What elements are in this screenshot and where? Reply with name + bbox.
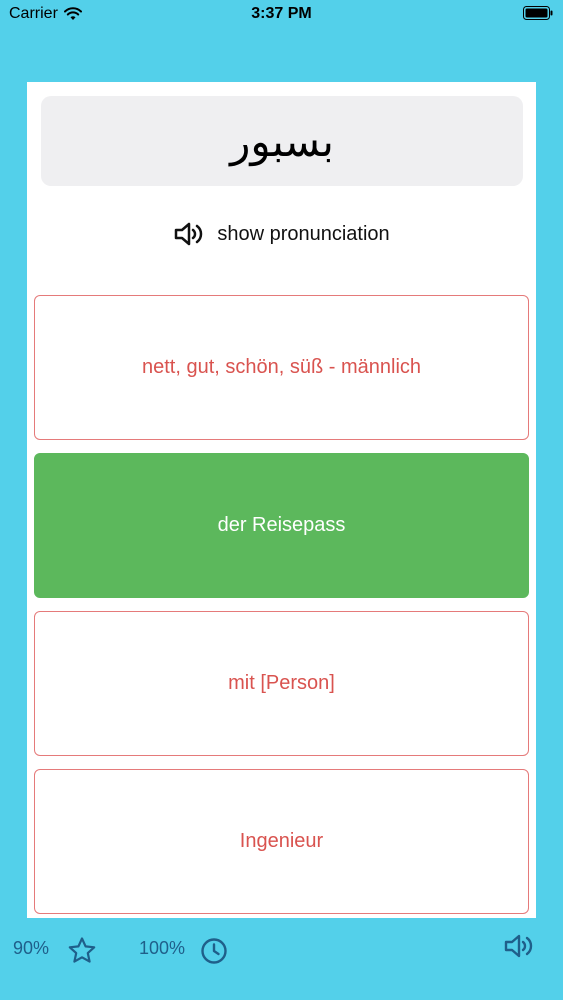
answer-option-1[interactable]: nett, gut, schön, süß - männlich — [34, 295, 529, 440]
star-icon[interactable] — [67, 936, 97, 966]
progress-value: 100% — [139, 938, 186, 958]
answer-option-4[interactable]: Ingenieur — [34, 769, 529, 914]
arabic-word: بسبور — [230, 116, 334, 166]
answer-option-label: Ingenieur — [239, 830, 324, 852]
word-box: بسبور — [41, 96, 523, 186]
answer-options: nett, gut, schön, süß - männlich der Rei… — [34, 295, 529, 927]
progress-stat: 100% — [139, 938, 185, 959]
clock-icon[interactable] — [200, 937, 228, 965]
show-pronunciation-button[interactable]: show pronunciation — [27, 222, 536, 246]
battery-icon — [523, 6, 553, 20]
answer-option-3[interactable]: mit [Person] — [34, 611, 529, 756]
flashcard: بسبور show pronunciation nett, gut, schö… — [27, 82, 536, 918]
speaker-toggle-icon[interactable] — [503, 932, 537, 960]
bottom-bar: 90% 100% — [0, 928, 563, 978]
speaker-icon — [175, 222, 203, 246]
status-time: 3:37 PM — [251, 5, 312, 22]
status-bar: Carrier 3:37 PM — [0, 0, 563, 30]
answer-option-label: mit [Person] — [228, 672, 335, 694]
accuracy-value: 90% — [13, 938, 50, 958]
answer-option-2-correct[interactable]: der Reisepass — [34, 453, 529, 598]
accuracy-stat: 90% — [13, 938, 49, 959]
pronunciation-label: show pronunciation — [217, 222, 390, 245]
answer-option-label: nett, gut, schön, süß - männlich — [141, 356, 422, 378]
answer-option-label: der Reisepass — [217, 514, 346, 536]
